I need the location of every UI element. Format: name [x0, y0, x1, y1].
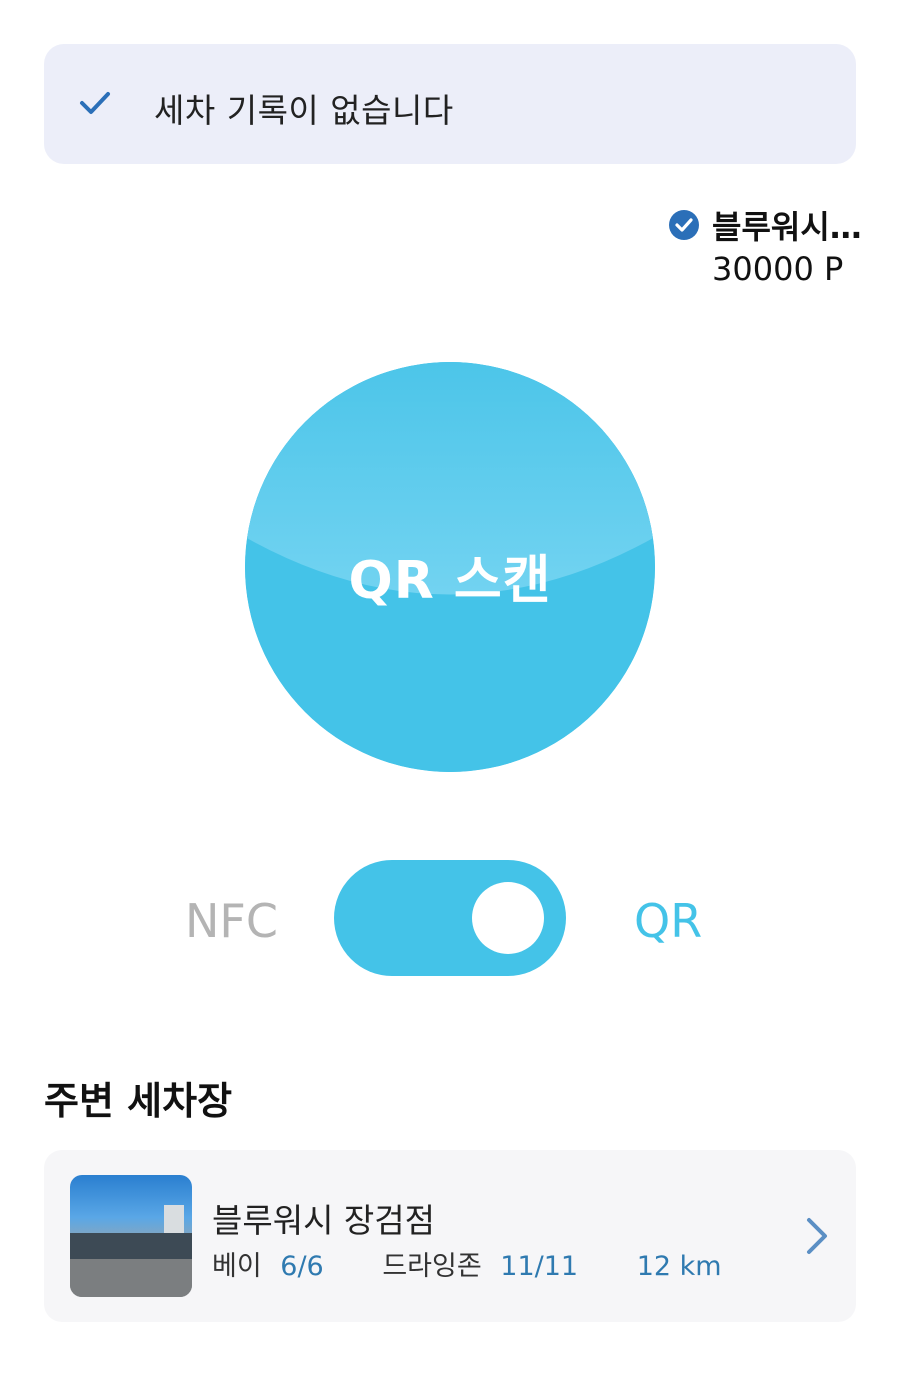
qr-scan-button[interactable]: QR 스캔 — [245, 362, 655, 772]
qr-label[interactable]: QR — [634, 894, 702, 948]
nfc-label[interactable]: NFC — [185, 894, 278, 948]
nearby-section-title: 주변 세차장 — [44, 1079, 233, 1123]
bay-label: 베이 — [212, 1251, 262, 1282]
bay-value: 6/6 — [280, 1251, 324, 1282]
station-thumbnail — [70, 1175, 192, 1297]
membership-summary[interactable]: 블루워시... 30000 P — [654, 200, 862, 300]
check-icon — [80, 92, 110, 114]
scan-label: QR 스캔 — [348, 551, 552, 611]
check-badge-icon — [669, 210, 699, 240]
nfc-qr-toggle[interactable] — [334, 860, 566, 976]
station-info: 베이 6/6 드라잉존 11/11 12 km — [212, 1244, 722, 1283]
station-distance: 12 km — [636, 1251, 722, 1282]
drying-zone-label: 드라잉존 — [382, 1251, 482, 1282]
thumb-building — [70, 1233, 192, 1259]
station-card[interactable]: 블루워시 장검점 베이 6/6 드라잉존 11/11 12 km — [44, 1150, 856, 1322]
wash-history-banner[interactable]: 세차 기록이 없습니다 — [44, 44, 856, 164]
drying-zone-value: 11/11 — [500, 1251, 579, 1282]
thumb-road — [70, 1259, 192, 1297]
banner-text: 세차 기록이 없습니다 — [154, 91, 454, 130]
station-name: 블루워시 장검점 — [212, 1201, 436, 1240]
mode-toggle-row: NFC QR — [0, 860, 900, 976]
home-screen: 세차 기록이 없습니다 블루워시... 30000 P QR 스캔 NFC QR… — [0, 0, 900, 1379]
toggle-knob[interactable] — [472, 882, 544, 954]
membership-points: 30000 P — [712, 250, 844, 288]
chevron-right-icon[interactable] — [804, 1216, 830, 1256]
membership-name: 블루워시... — [712, 208, 862, 246]
